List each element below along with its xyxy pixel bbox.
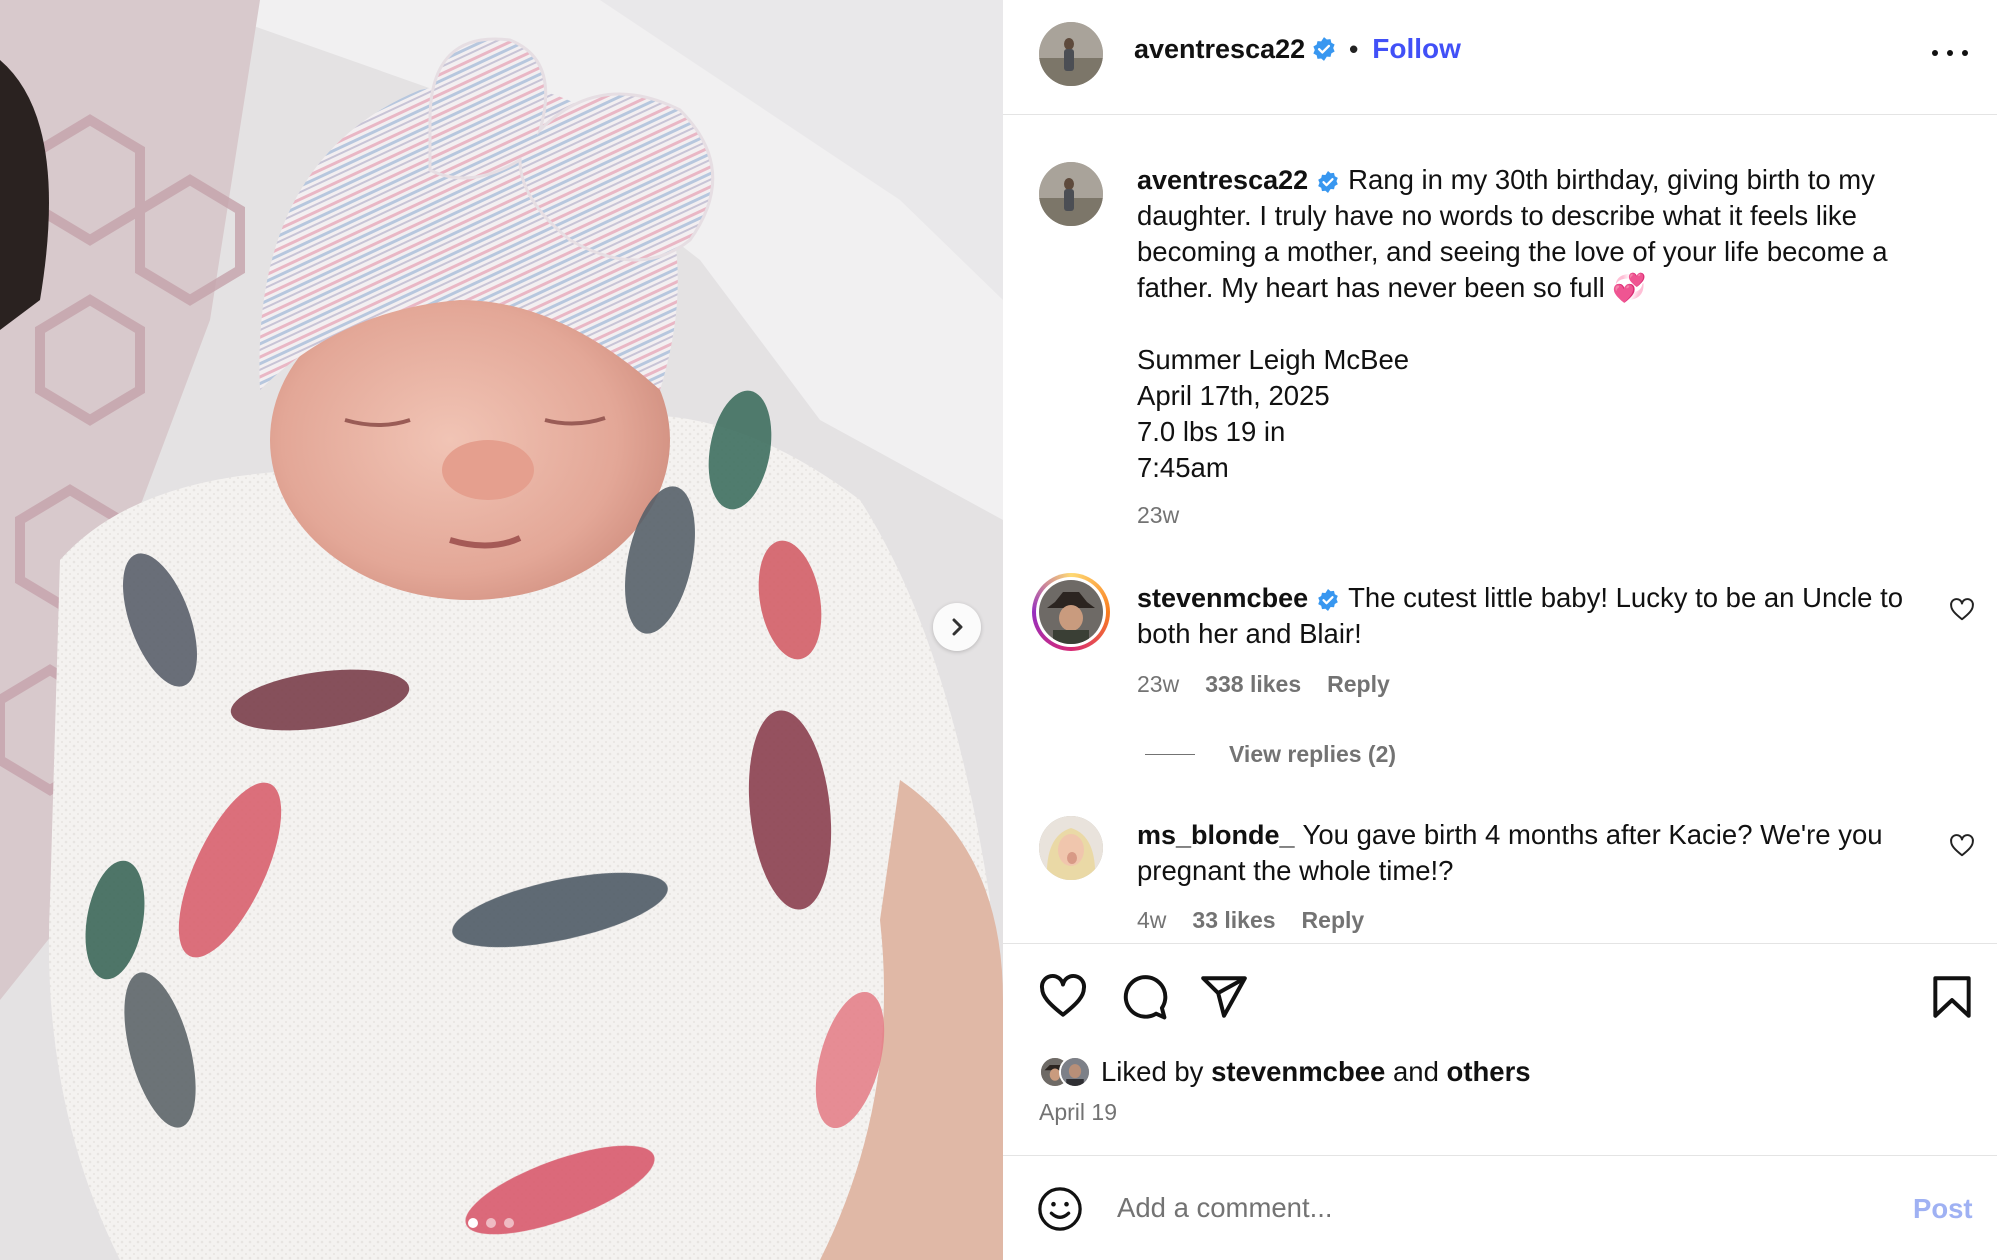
post-button[interactable]: Post — [1913, 1193, 1973, 1225]
newborn-photo — [0, 0, 1003, 1260]
caption-detail: Summer Leigh McBee — [1137, 344, 1410, 375]
view-replies-label: View replies (2) — [1229, 741, 1397, 767]
caption-timestamp[interactable]: 23w — [1137, 502, 1179, 529]
author-username[interactable]: aventresca22 — [1134, 34, 1305, 65]
comment-icon[interactable] — [1119, 972, 1169, 1022]
carousel-dot — [486, 1218, 496, 1228]
replies-line — [1145, 753, 1195, 756]
comment-avatar[interactable] — [1039, 816, 1103, 880]
carousel-dot — [468, 1218, 478, 1228]
comments-section: aventresca22 Rang in my 30th birthday, gi… — [1003, 115, 1997, 943]
more-options-icon[interactable] — [1932, 38, 1968, 68]
chevron-right-icon — [952, 618, 963, 636]
reply-button[interactable]: Reply — [1327, 671, 1390, 698]
liked-by-others[interactable]: others — [1447, 1056, 1531, 1087]
comment-username[interactable]: stevenmcbee — [1137, 583, 1308, 613]
liked-by-user[interactable]: stevenmcbee — [1211, 1056, 1385, 1087]
carousel-next-button[interactable] — [933, 603, 981, 651]
like-comment-heart-icon[interactable] — [1949, 833, 1975, 859]
verified-badge-icon — [1318, 170, 1338, 193]
liked-by[interactable]: Liked by stevenmcbee and others — [1039, 1056, 1531, 1088]
verified-badge-icon — [1318, 588, 1338, 611]
comment-avatar[interactable] — [1032, 573, 1110, 651]
separator-dot: • — [1349, 33, 1359, 64]
reply-button[interactable]: Reply — [1302, 907, 1365, 934]
comment-timestamp[interactable]: 23w — [1137, 671, 1179, 698]
comment-composer: Post — [1003, 1155, 1997, 1260]
comment-username[interactable]: ms_blonde_ — [1137, 820, 1295, 850]
bookmark-icon[interactable] — [1927, 972, 1977, 1022]
like-comment-heart-icon[interactable] — [1949, 597, 1975, 623]
liker-avatar — [1059, 1056, 1091, 1088]
comment-timestamp[interactable]: 4w — [1137, 907, 1166, 934]
caption-username[interactable]: aventresca22 — [1137, 165, 1308, 195]
liked-by-prefix: Liked by — [1101, 1056, 1204, 1087]
carousel-dot — [504, 1218, 514, 1228]
caption-detail: April 17th, 2025 — [1137, 380, 1330, 411]
post-header: aventresca22 • Follow — [1003, 0, 1997, 115]
caption-detail: 7.0 lbs 19 in — [1137, 416, 1286, 447]
carousel-indicator — [468, 1218, 514, 1228]
comment-likes[interactable]: 33 likes — [1192, 907, 1275, 934]
author-avatar[interactable] — [1039, 22, 1103, 86]
caption-avatar[interactable] — [1039, 162, 1103, 226]
post-date[interactable]: April 19 — [1039, 1099, 1117, 1126]
comment-likes[interactable]: 338 likes — [1205, 671, 1301, 698]
follow-button[interactable]: Follow — [1372, 33, 1461, 65]
post-photo[interactable] — [0, 0, 1003, 1260]
heart-icon[interactable] — [1038, 972, 1088, 1022]
comment-input[interactable] — [1117, 1183, 1877, 1233]
view-replies-button[interactable]: View replies (2) — [1145, 741, 1396, 768]
caption-detail: 7:45am — [1137, 452, 1229, 483]
liked-by-conjunction: and — [1392, 1056, 1439, 1087]
share-icon[interactable] — [1199, 972, 1249, 1022]
verified-badge-icon — [1313, 37, 1335, 61]
action-bar: Liked by stevenmcbee and others April 19 — [1003, 943, 1997, 1155]
post-sidebar: aventresca22 • Follow aventresca22 Rang i… — [1003, 0, 1997, 1260]
emoji-icon[interactable] — [1037, 1186, 1083, 1232]
